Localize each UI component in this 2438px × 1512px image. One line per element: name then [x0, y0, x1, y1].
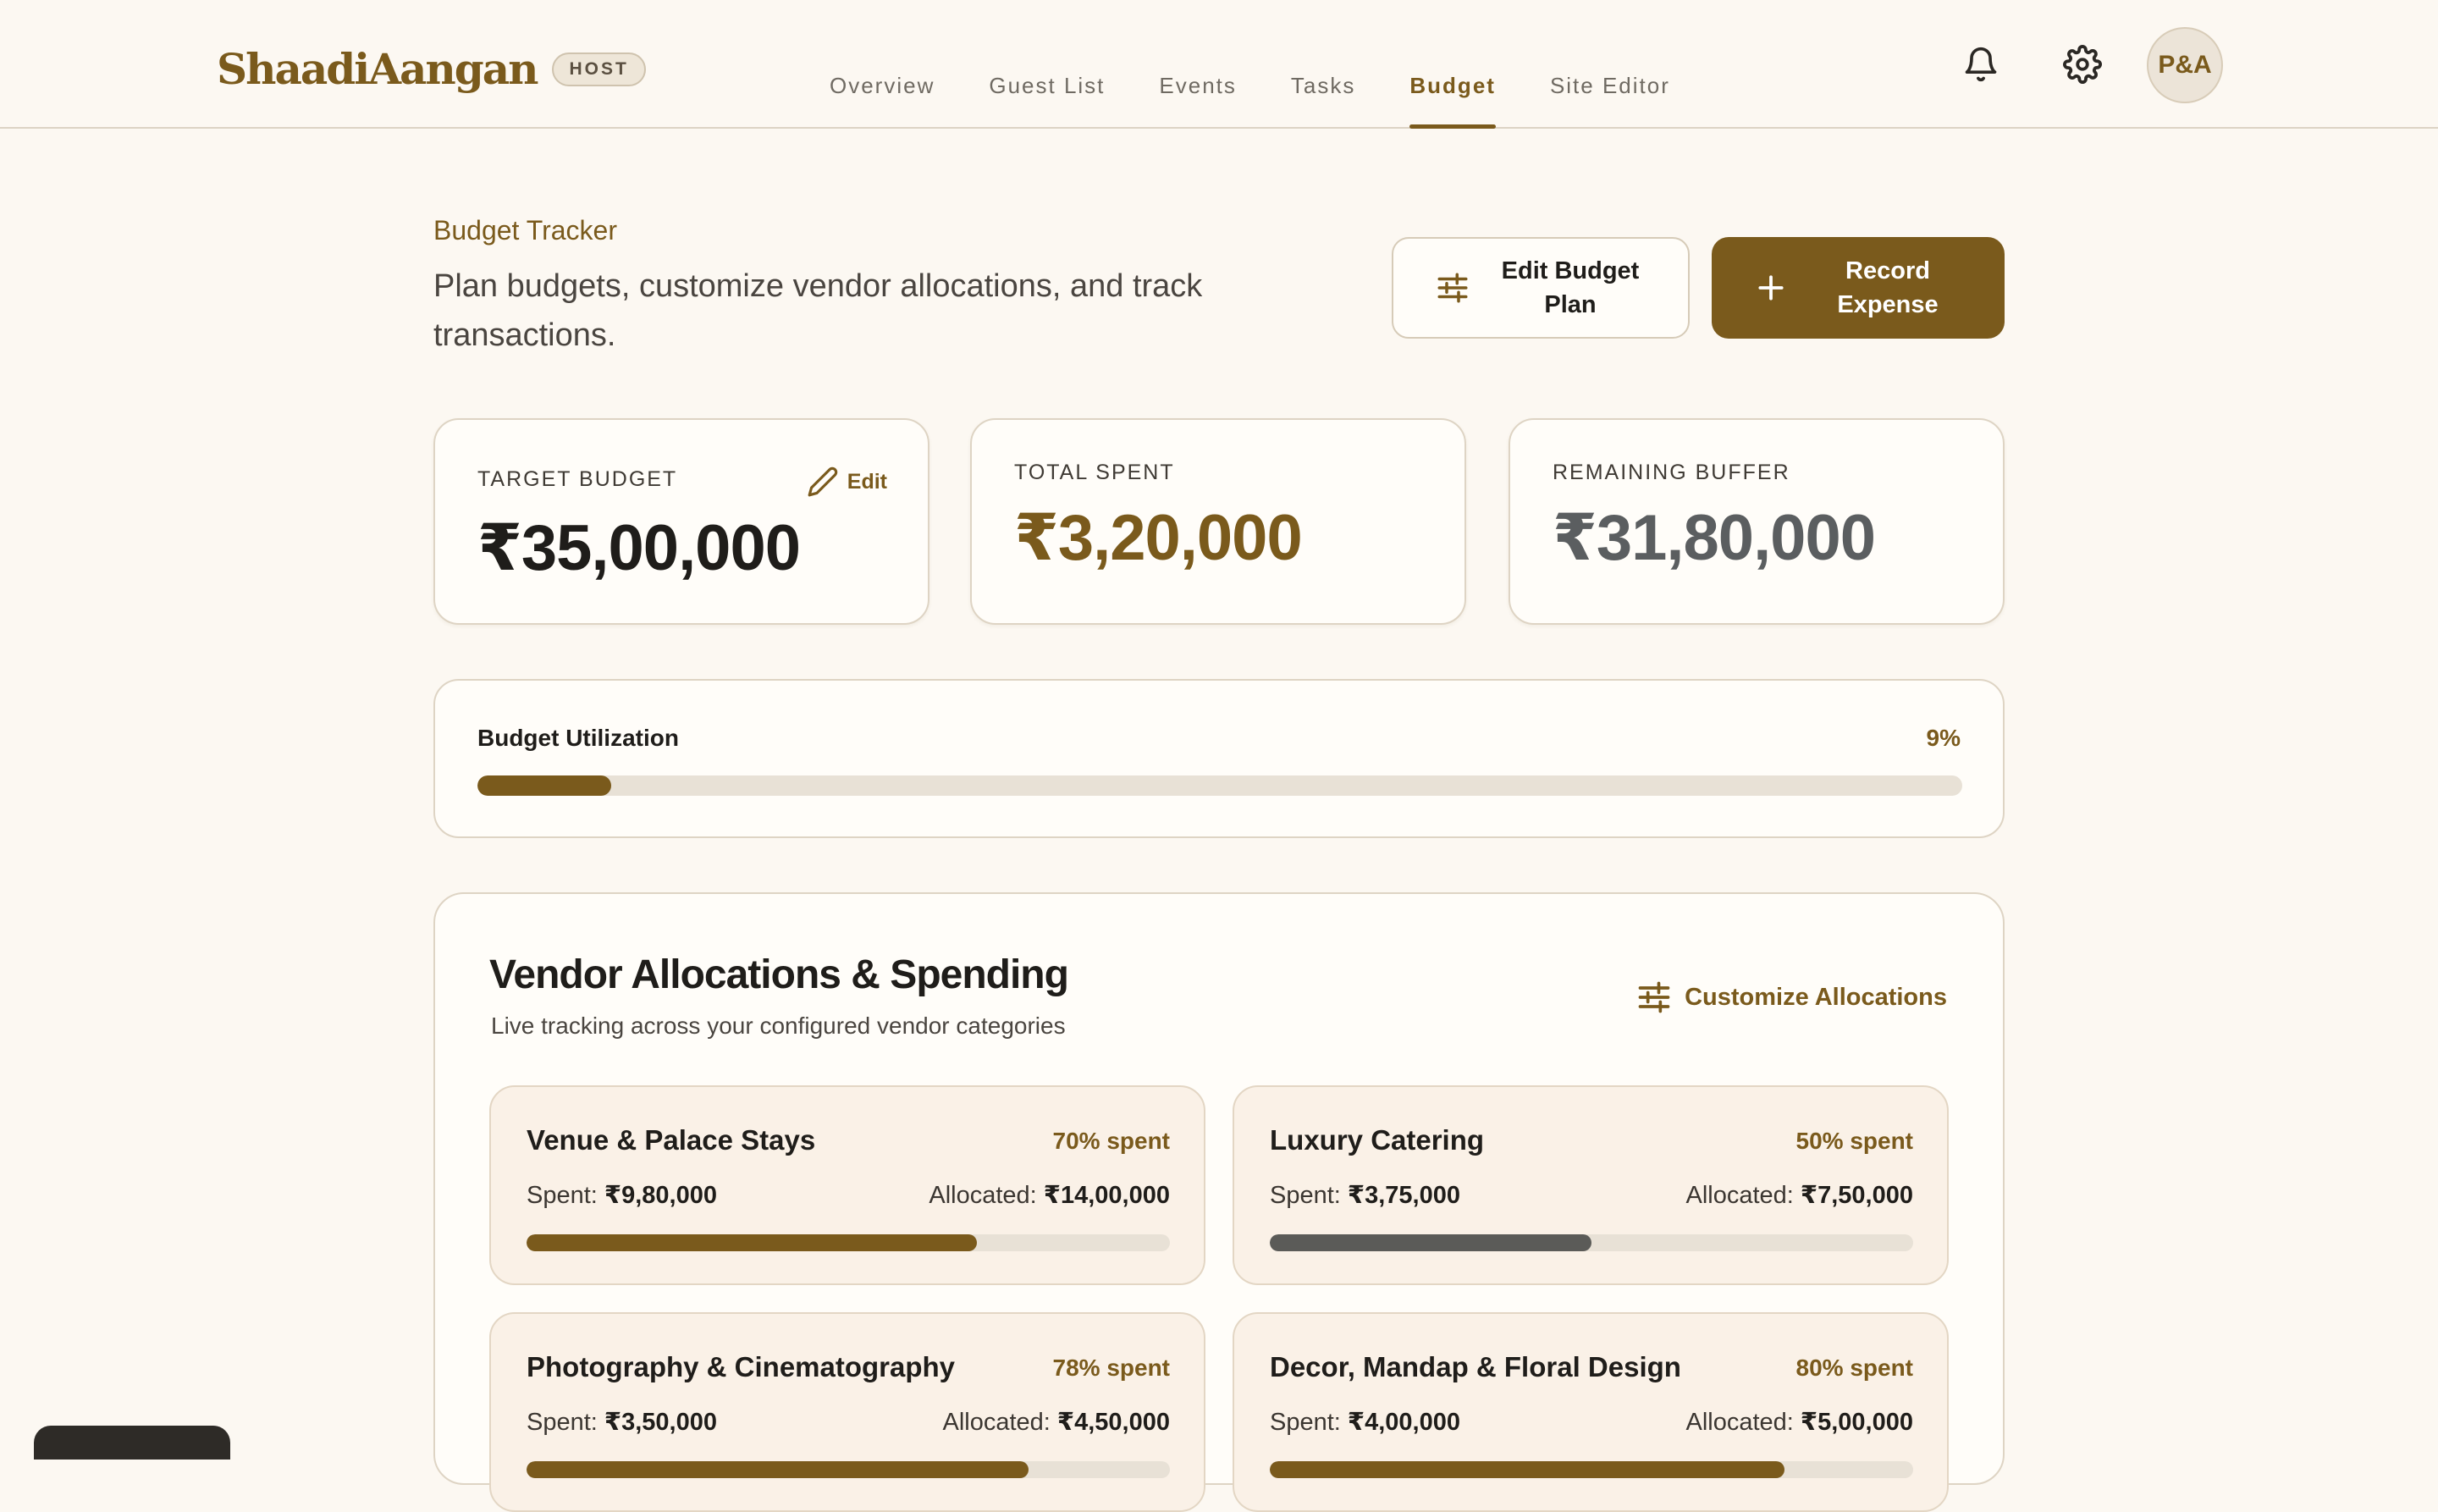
- budget-utilization-card: Budget Utilization 9%: [433, 679, 2005, 838]
- record-expense-label: Record Expense: [1837, 257, 1939, 318]
- plus-icon: [1758, 275, 1784, 301]
- page-subtitle: Plan budgets, customize vendor allocatio…: [433, 268, 1203, 353]
- vendor-progress-fill: [1270, 1461, 1784, 1478]
- page-header: Budget Tracker Plan budgets, customize v…: [433, 215, 1280, 360]
- vendor-percent-spent: 50% spent: [1795, 1128, 1914, 1154]
- settings-button[interactable]: [2055, 37, 2110, 91]
- vendor-name: Luxury Catering: [1270, 1124, 1485, 1156]
- vendor-progress-fill: [527, 1461, 1029, 1478]
- target-budget-value: ₹35,00,000: [477, 512, 801, 584]
- remaining-buffer-card: REMAINING BUFFER ₹31,80,000: [1509, 418, 2005, 625]
- total-spent-card: TOTAL SPENT ₹3,20,000: [970, 418, 1466, 625]
- vendor-spent: Spent: ₹4,00,000: [1270, 1409, 1460, 1436]
- vendor-allocated: Allocated: ₹5,00,000: [1685, 1409, 1914, 1436]
- nav-tab-tasks[interactable]: Tasks: [1291, 73, 1355, 129]
- vendor-card[interactable]: Decor, Mandap & Floral Design 80% spent …: [1233, 1312, 1949, 1512]
- vendor-card[interactable]: Photography & Cinematography 78% spent S…: [489, 1312, 1205, 1512]
- vendor-percent-spent: 78% spent: [1052, 1355, 1171, 1381]
- vendor-allocations-panel: Vendor Allocations & Spending Live track…: [433, 892, 2005, 1512]
- top-navigation-bar: ShaadiAangan HOST Overview Guest List Ev…: [0, 0, 2438, 129]
- edit-target-budget-link[interactable]: Edit: [807, 466, 887, 498]
- vendor-spent: Spent: ₹3,75,000: [1270, 1182, 1460, 1209]
- vendor-progress-fill: [1270, 1234, 1591, 1251]
- vendor-allocated: Allocated: ₹7,50,000: [1685, 1182, 1914, 1209]
- budget-utilization-track: [477, 775, 1962, 796]
- total-spent-value: ₹3,20,000: [1014, 502, 1303, 574]
- nav-tab-budget[interactable]: Budget: [1409, 73, 1496, 129]
- pencil-icon: [808, 466, 838, 497]
- vendor-allocations-subtitle: Live tracking across your configured ven…: [491, 1013, 1066, 1039]
- floating-toast[interactable]: [34, 1426, 230, 1460]
- vendor-spent: Spent: ₹9,80,000: [527, 1182, 717, 1209]
- remaining-buffer-label: REMAINING BUFFER: [1553, 461, 1790, 484]
- notifications-button[interactable]: [1954, 37, 2008, 91]
- customize-allocations-label: Customize Allocations: [1685, 983, 1947, 1011]
- edit-budget-plan-label: Edit Budget Plan: [1501, 257, 1640, 318]
- vendor-percent-spent: 70% spent: [1052, 1128, 1171, 1154]
- edit-label: Edit: [847, 469, 887, 494]
- remaining-buffer-value: ₹31,80,000: [1553, 502, 1876, 574]
- vendor-progress-track: [527, 1461, 1170, 1478]
- budget-utilization-percent: 9%: [1926, 725, 1961, 751]
- total-spent-label: TOTAL SPENT: [1014, 461, 1175, 484]
- main-nav: Overview Guest List Events Tasks Budget …: [830, 73, 1724, 129]
- target-budget-label: TARGET BUDGET: [477, 467, 678, 491]
- vendor-progress-track: [527, 1234, 1170, 1251]
- vendor-allocated: Allocated: ₹4,50,000: [942, 1409, 1171, 1436]
- vendor-percent-spent: 80% spent: [1795, 1355, 1914, 1381]
- customize-allocations-button[interactable]: Customize Allocations: [1635, 979, 1947, 1016]
- vendor-progress-fill: [527, 1234, 977, 1251]
- user-avatar[interactable]: P&A: [2147, 27, 2223, 103]
- vendor-name: Venue & Palace Stays: [527, 1124, 816, 1156]
- edit-budget-plan-button[interactable]: Edit Budget Plan: [1392, 237, 1690, 339]
- record-expense-button[interactable]: Record Expense: [1712, 237, 2005, 339]
- bell-icon: [1965, 47, 1997, 82]
- vendor-spent: Spent: ₹3,50,000: [527, 1409, 717, 1436]
- gear-icon: [2063, 45, 2102, 84]
- nav-tab-events[interactable]: Events: [1159, 73, 1237, 129]
- vendor-name: Photography & Cinematography: [527, 1351, 956, 1382]
- vendor-allocations-title: Vendor Allocations & Spending: [489, 952, 1069, 997]
- sliders-icon: [1638, 981, 1670, 1013]
- vendor-card[interactable]: Venue & Palace Stays 70% spent Spent: ₹9…: [489, 1085, 1205, 1285]
- vendor-progress-track: [1270, 1234, 1913, 1251]
- vendor-card[interactable]: Luxury Catering 50% spent Spent: ₹3,75,0…: [1233, 1085, 1949, 1285]
- vendor-progress-track: [1270, 1461, 1913, 1478]
- vendor-name: Decor, Mandap & Floral Design: [1270, 1351, 1681, 1382]
- budget-utilization-fill: [477, 775, 611, 796]
- brand-logo-text: ShaadiAangan: [217, 44, 538, 94]
- nav-tab-overview[interactable]: Overview: [830, 73, 935, 129]
- nav-tab-guest-list[interactable]: Guest List: [989, 73, 1105, 129]
- budget-utilization-label: Budget Utilization: [477, 725, 679, 751]
- brand[interactable]: ShaadiAangan HOST: [217, 44, 646, 94]
- vendor-allocated: Allocated: ₹14,00,000: [929, 1182, 1170, 1209]
- nav-tab-site-editor[interactable]: Site Editor: [1550, 73, 1670, 129]
- page-title: Budget Tracker: [433, 215, 617, 246]
- target-budget-card: TARGET BUDGET Edit ₹35,00,000: [433, 418, 929, 625]
- host-badge: HOST: [552, 52, 646, 86]
- sliders-icon: [1437, 273, 1468, 303]
